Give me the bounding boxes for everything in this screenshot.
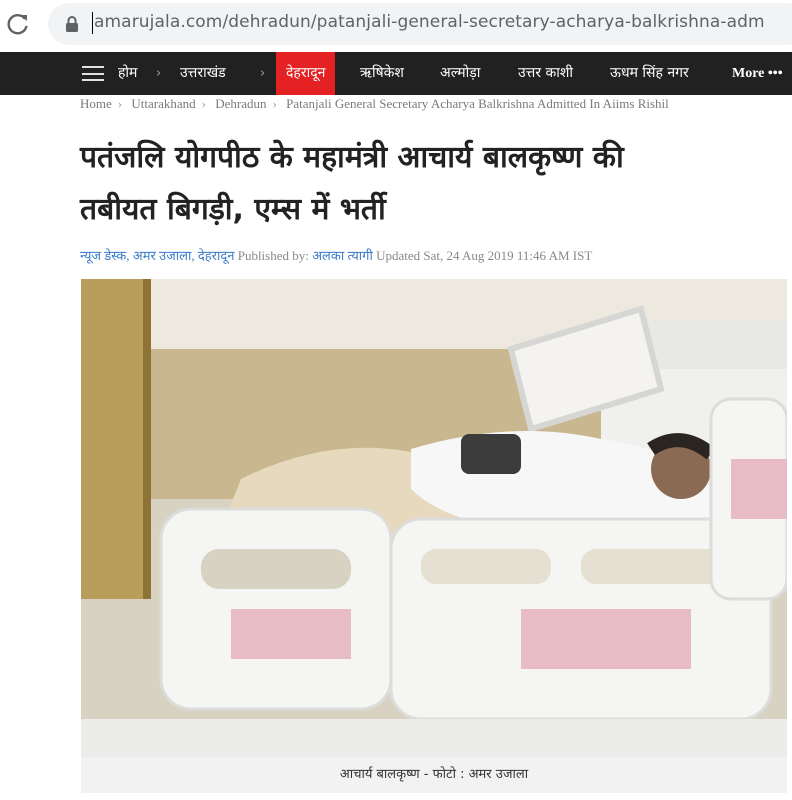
photo-caption-bar: आचार्य बालकृष्ण - फोटो : अमर उजाला [81, 757, 787, 793]
browser-toolbar: amarujala.com/dehradun/patanjali-general… [0, 0, 792, 52]
page-title: पतंजलि योगपीठ के महामंत्री आचार्य बालकृष… [80, 132, 780, 236]
chevron-right-icon: › [117, 96, 123, 111]
breadcrumb-home[interactable]: Home [80, 96, 112, 111]
nav-item-home[interactable]: होम [118, 52, 137, 95]
nav-item-dehradun[interactable]: देहरादून [276, 52, 336, 95]
headline-line-1: पतंजलि योगपीठ के महामंत्री आचार्य बालकृष… [80, 140, 624, 175]
nav-more-button[interactable]: More ••• [732, 52, 783, 95]
nav-item-almora[interactable]: अल्मोड़ा [440, 52, 480, 95]
chevron-right-icon: › [156, 66, 162, 81]
chevron-right-icon: › [260, 66, 266, 81]
chevron-right-icon: › [201, 96, 206, 111]
photo-caption: आचार्य बालकृष्ण - फोटो : अमर उजाला [339, 767, 529, 782]
breadcrumb-dehradun[interactable]: Dehradun [215, 96, 266, 111]
byline: न्यूज डेस्क, अमर उजाला, देहरादून Publish… [80, 246, 592, 264]
chevron-right-icon: › [272, 96, 277, 111]
nav-item-udham-singh-nagar[interactable]: ऊधम सिंह नगर [610, 52, 689, 95]
url-text[interactable]: amarujala.com/dehradun/patanjali-general… [94, 12, 765, 32]
updated-timestamp: Updated Sat, 24 Aug 2019 11:46 AM IST [376, 248, 593, 263]
reload-icon[interactable] [4, 10, 32, 38]
author-link[interactable]: न्यूज डेस्क, अमर उजाला, देहरादून [80, 248, 234, 263]
publisher-link[interactable]: अलका त्यागी [312, 248, 373, 263]
breadcrumb-uttarakhand[interactable]: Uttarakhand [131, 96, 195, 111]
lock-icon[interactable] [64, 15, 80, 33]
article-photo [81, 279, 787, 757]
menu-icon[interactable] [82, 66, 104, 81]
site-nav: होम › उत्तराखंड › देहरादून ऋषिकेश अल्मोड… [0, 52, 792, 95]
breadcrumb-current: Patanjali General Secretary Acharya Balk… [286, 96, 669, 111]
nav-item-uttarakhand[interactable]: उत्तराखंड [180, 52, 226, 95]
text-cursor [92, 12, 93, 34]
breadcrumb: Home › Uttarakhand › Dehradun › Patanjali G… [80, 96, 675, 116]
nav-item-uttarkashi[interactable]: उत्तर काशी [518, 52, 573, 95]
nav-item-rishikesh[interactable]: ऋषिकेश [360, 52, 404, 95]
address-bar[interactable]: amarujala.com/dehradun/patanjali-general… [48, 3, 792, 45]
published-label: Published by: [237, 248, 309, 263]
headline-line-2: तबीयत बिगड़ी, एम्स में भर्ती [80, 192, 386, 227]
